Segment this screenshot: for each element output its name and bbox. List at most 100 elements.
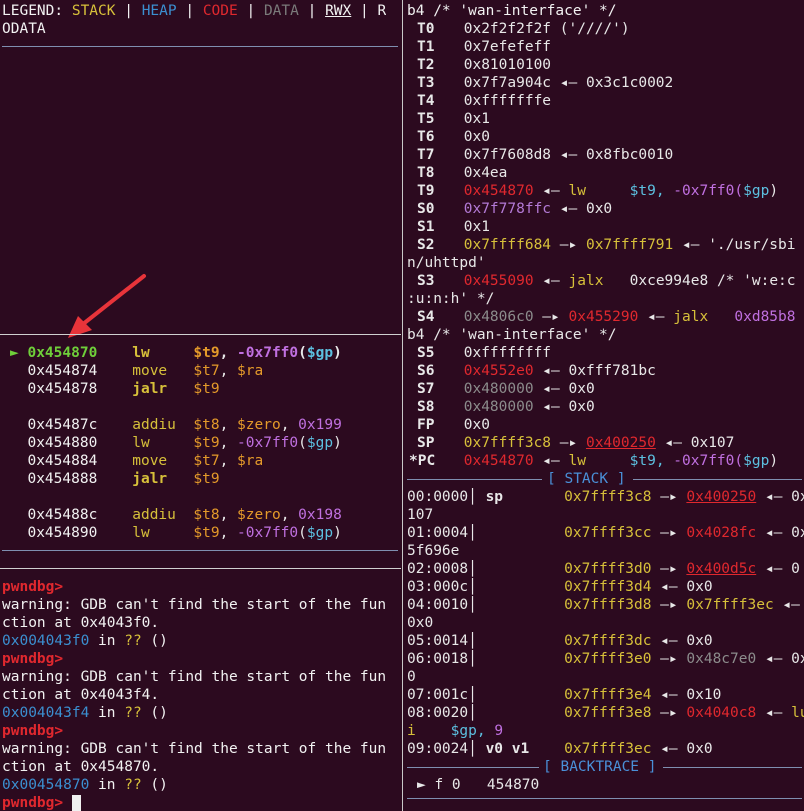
frame-index: f 0 — [434, 777, 461, 793]
console-parens: () — [141, 705, 168, 721]
register-row: S6 0x4552e0 ◂— 0xfff781bc — [417, 363, 656, 379]
register-value: 0x81010100 — [463, 57, 552, 73]
disasm-addr: 0x454874 — [27, 363, 98, 379]
register-value: 0xd85b8 — [734, 309, 796, 325]
text-cursor[interactable] — [71, 795, 81, 811]
disasm-addr: 0x45488c — [27, 507, 98, 523]
stack-row: 09:0024│ v0 v1 0x7ffff3ec ◂— 0x0 — [407, 741, 713, 757]
console-input-line[interactable]: pwndbg> — [2, 794, 386, 811]
console-address: 0x00454870 — [2, 777, 90, 793]
disasm-arg: -0x7ff0 — [237, 435, 299, 451]
register-value: 0x0 — [568, 399, 595, 415]
disasm-row[interactable]: 0x454890 lw $t9, -0x7ff0($gp) — [10, 524, 341, 542]
disasm-panel: ► 0x454870 lw $t9, -0x7ff0($gp) 0x454874… — [10, 344, 342, 542]
left-pane: LEGEND: STACK | HEAP | CODE | DATA | RWX… — [0, 0, 401, 811]
disasm-row[interactable]: 0x454878 jalr $t9 — [10, 380, 342, 398]
console-in: in — [89, 705, 125, 721]
backtrace-frame[interactable]: ► f 0 454870 — [417, 776, 539, 794]
console-address: 0x004043f0 — [2, 633, 90, 649]
stack-value: 0x10 — [686, 687, 722, 703]
backtrace-header-rule-left — [407, 767, 539, 768]
backtrace-header: [ BACKTRACE ] — [543, 759, 657, 775]
disasm-row[interactable]: 0x45487c addiu $t8, $zero, 0x199 — [10, 416, 341, 434]
disasm-arg: $t9 — [193, 435, 220, 451]
legend-separator: | — [298, 3, 326, 19]
console-parens: () — [141, 633, 168, 649]
legend-label: LEGEND: — [2, 3, 72, 19]
disasm-op: addiu — [132, 417, 176, 433]
disasm-addr: 0x454884 — [27, 453, 98, 469]
stack-row: 04:0010│ 0x7ffff3d8 —▸ 0x7ffff3ec ◂— — [407, 597, 800, 613]
register-value: './usr/sbi — [708, 237, 796, 253]
register-op: jalx — [673, 309, 709, 325]
disasm-arg: $t8 — [193, 507, 220, 523]
stack-offset: 08:0020 — [407, 705, 469, 721]
register-value: 0x7efefeff — [463, 39, 552, 55]
legend-stack: STACK — [71, 3, 116, 19]
register-value: 0x7ffff684 — [463, 237, 552, 253]
stack-address: 0x7ffff3d0 — [564, 561, 652, 577]
backtrace-bottom-divider — [407, 798, 802, 799]
console-warning: ction at 0x4043f4. — [2, 687, 160, 703]
disasm-row[interactable]: 0x454880 lw $t9, -0x7ff0($gp) — [10, 434, 341, 452]
disasm-row[interactable]: 0x454888 jalr $t9 — [10, 470, 342, 488]
disasm-row[interactable]: 0x454874 move $t7, $ra — [10, 362, 342, 380]
register-value: 0x0 — [568, 381, 595, 397]
stack-value: 0x7ffff3ec — [686, 597, 774, 613]
stack-row: 07:001c│ 0x7ffff3e4 ◂— 0x10 — [407, 687, 722, 703]
register-value: 0x455090 — [463, 273, 534, 289]
register-row: S8 0x480000 ◂— 0x0 — [417, 399, 595, 415]
stack-arg: 9 — [494, 723, 504, 739]
stack-row: 02:0008│ 0x7ffff3d0 —▸ 0x400d5c ◂— 0 — [407, 561, 800, 577]
register-arg: $t9, — [629, 183, 665, 199]
stack-offset: 00:0000 — [407, 489, 469, 505]
register-value: 0x7f7a904c — [463, 75, 552, 91]
annotation-arrow — [68, 274, 146, 338]
disasm-arg: $t9 — [193, 345, 220, 361]
disasm-arg: -0x7ff0 — [237, 525, 299, 541]
legend-heap: HEAP — [141, 3, 177, 19]
register-value: 0x480000 — [463, 381, 534, 397]
disasm-arg: -0x7ff0 — [237, 345, 299, 361]
disasm-arg: $ra — [237, 363, 264, 379]
stack-value: 0x4028fc — [686, 525, 757, 541]
stack-address: 0x7ffff3ec — [564, 741, 652, 757]
register-value: 0x2f2f2f2f ('////') — [463, 21, 630, 37]
stack-address: 0x7ffff3cc — [564, 525, 652, 541]
disasm-row[interactable]: 0x45488c addiu $t8, $zero, 0x198 — [10, 506, 341, 524]
register-row: T1 0x7efefeff — [417, 39, 552, 55]
stack-row: 03:000c│ 0x7ffff3d4 ◂— 0x0 — [407, 579, 713, 595]
stack-address: 0x7ffff3e4 — [564, 687, 652, 703]
register-row: T2 0x81010100 — [417, 57, 552, 73]
register-row: FP 0x0 — [417, 417, 490, 433]
stack-offset: 07:001c — [407, 687, 469, 703]
stack-value: 0x48c7e0 — [686, 651, 757, 667]
console-warning: warning: GDB can't find the start of the… — [2, 597, 387, 613]
disasm-row-current[interactable]: ► 0x454870 lw $t9, -0x7ff0($gp) — [10, 344, 342, 362]
disasm-row[interactable]: 0x454884 move $t7, $ra — [10, 452, 342, 470]
disasm-arg: $t7 — [193, 363, 220, 379]
register-value: 0x7f778ffc — [463, 201, 552, 217]
pane-divider[interactable] — [402, 0, 403, 811]
register-op: jalx — [568, 273, 604, 289]
disasm-addr: 0x454878 — [27, 381, 98, 397]
stack-value-wrap: 107 — [407, 507, 434, 523]
console-parens: () — [141, 777, 168, 793]
stack-value: 0x0 — [686, 633, 713, 649]
register-value: 0x8fbc0010 — [585, 147, 674, 163]
register-row: T5 0x1 — [417, 111, 490, 127]
stack-offset: 02:0008 — [407, 561, 469, 577]
stack-address: 0x7ffff3d4 — [564, 579, 652, 595]
register-value-wrap: :u:n:h' */ — [407, 291, 495, 307]
register-row: *PC 0x454870 ◂— lw $t9, -0x7ff0($gp) — [409, 453, 779, 469]
stack-offset: 03:000c — [407, 579, 469, 595]
disasm-op: lw — [132, 345, 150, 361]
gdb-console[interactable]: pwndbg> warning: GDB can't find the star… — [2, 578, 386, 811]
stack-offset: 05:0014 — [407, 633, 469, 649]
stack-offset: 04:0010 — [407, 597, 469, 613]
register-row: T8 0x4ea — [417, 165, 508, 181]
disasm-arg: $gp — [306, 525, 334, 541]
current-instruction-marker-icon: ► — [10, 345, 19, 361]
console-in: in — [89, 633, 125, 649]
register-value-wrap: n/uhttpd' — [407, 255, 486, 271]
